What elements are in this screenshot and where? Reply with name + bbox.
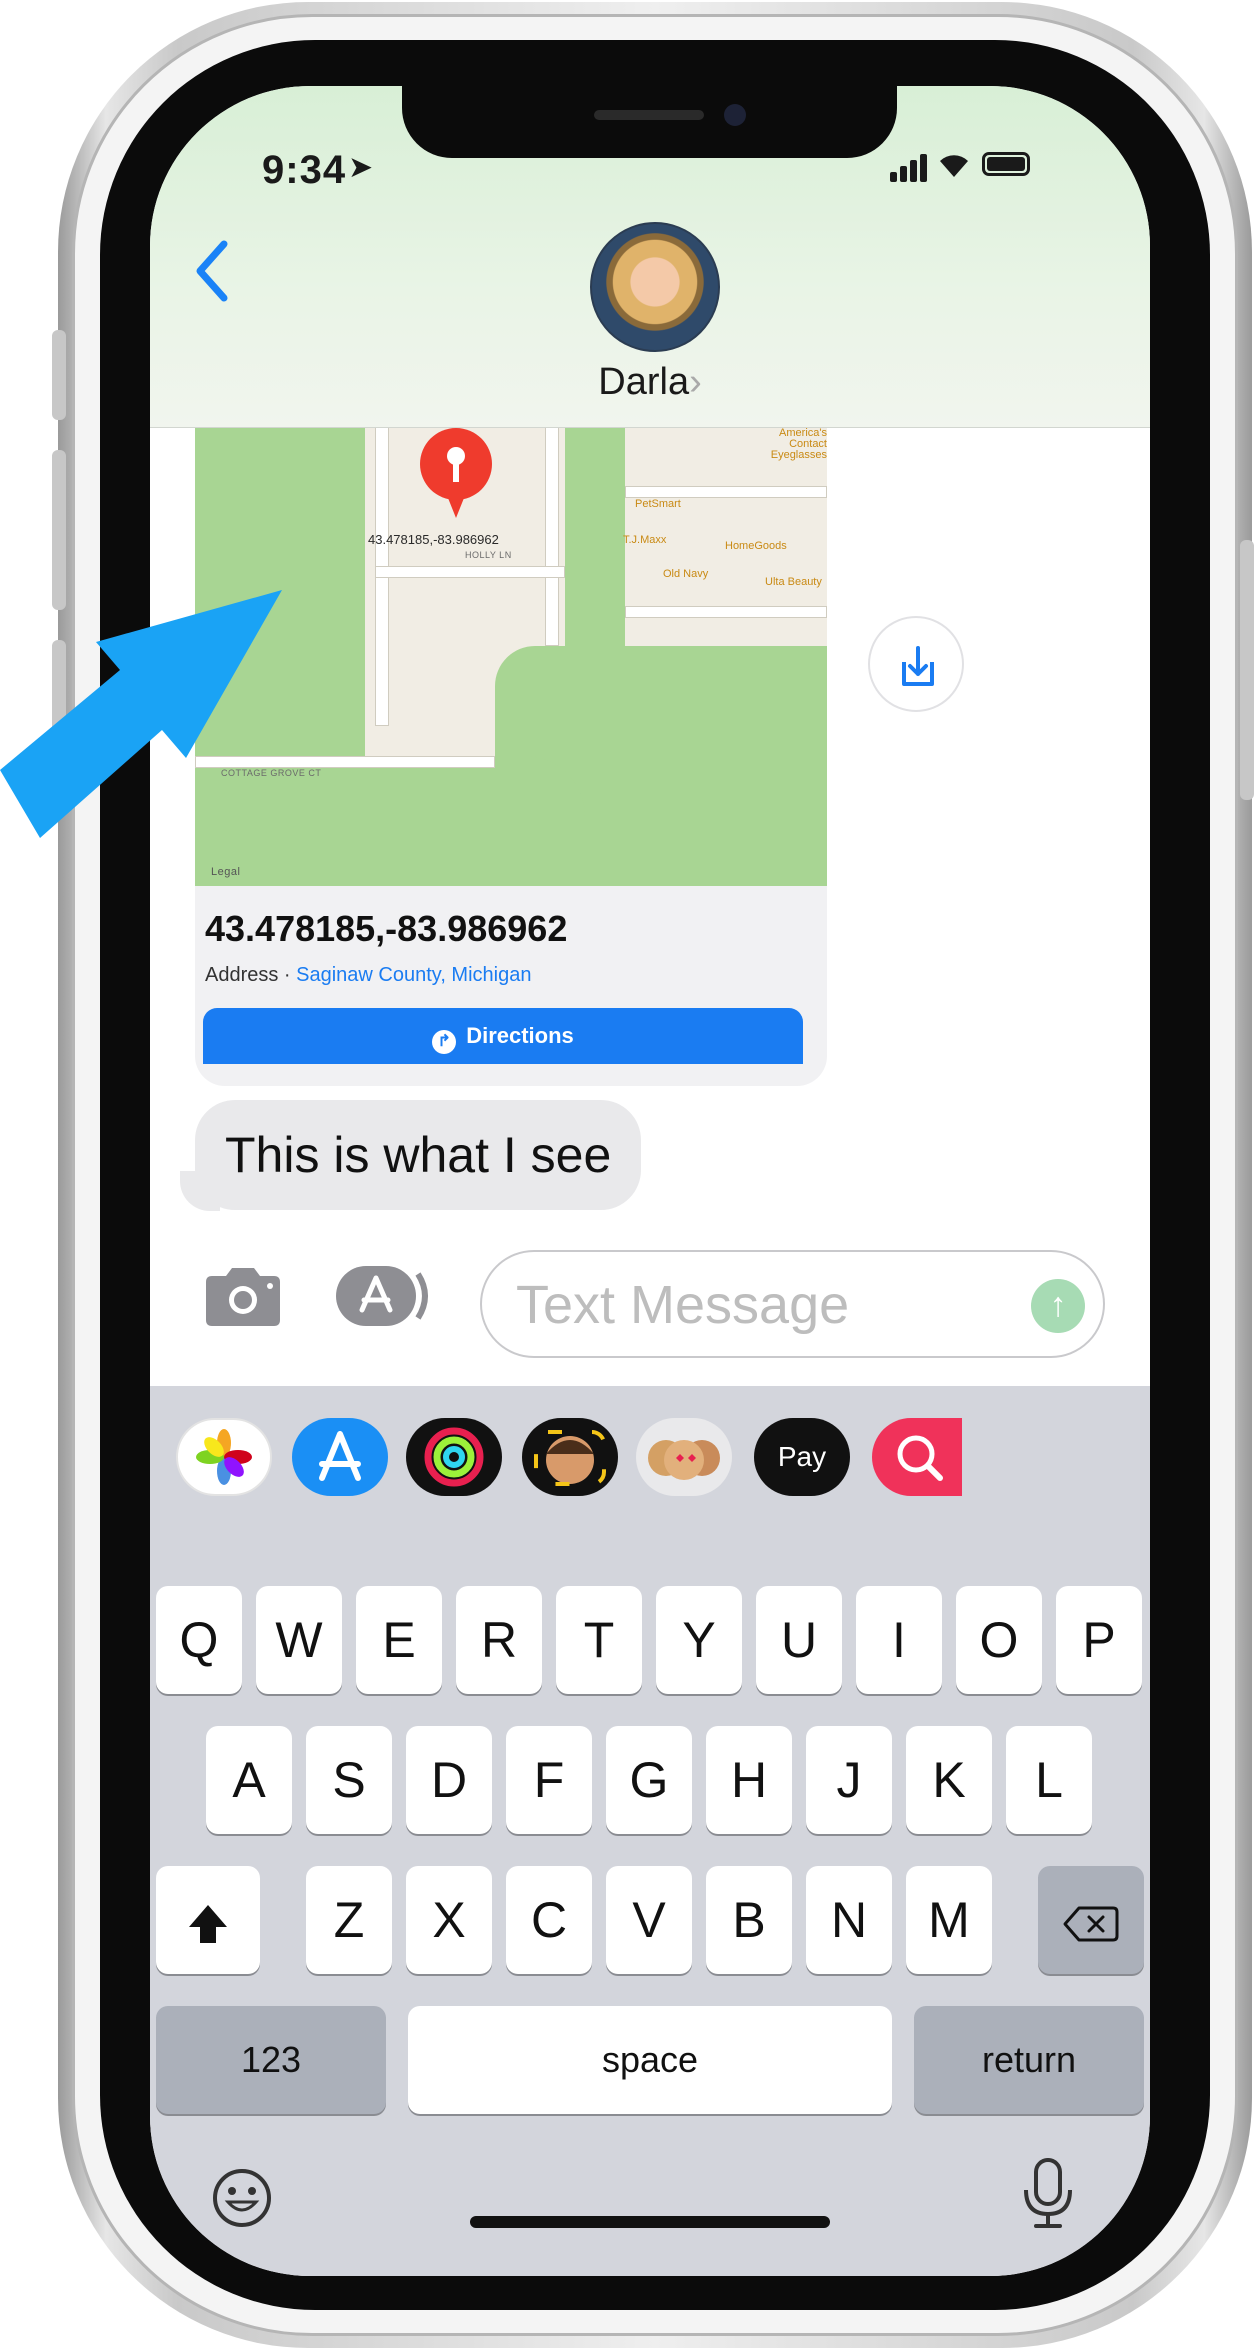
key-g[interactable]: G [606,1726,692,1834]
key-h[interactable]: H [706,1726,792,1834]
map-road [625,606,827,618]
apple-pay-label: Pay [777,1441,827,1472]
send-button[interactable]: ↑ [1031,1279,1085,1333]
key-m[interactable]: M [906,1866,992,1974]
backspace-icon [1063,1906,1119,1942]
app-store-app-icon[interactable] [292,1418,388,1496]
return-key[interactable]: return [914,2006,1144,2114]
map-poi: PetSmart [635,498,681,510]
location-coordinates: 43.478185,-83.986962 [205,908,568,949]
message-input[interactable]: ↑ [480,1250,1105,1358]
shift-icon [189,1904,227,1943]
shift-key[interactable] [156,1866,260,1974]
received-message-bubble[interactable]: This is what I see [195,1100,642,1210]
map-poi: America's Contact Eyeglasses [770,427,827,461]
key-v[interactable]: V [606,1866,692,1974]
key-k[interactable]: K [906,1726,992,1834]
key-c[interactable]: C [506,1866,592,1974]
map-poi: HomeGoods [725,540,787,552]
page: 9:34 ➤ Darla› America's Contact Eyeglass… [0,0,1255,2351]
share-button[interactable] [868,616,964,712]
map-legal-label: Legal [211,866,241,878]
key-y[interactable]: Y [656,1586,742,1694]
map-road [625,486,827,498]
contact-name-label: Darla [598,361,690,403]
activity-app-icon[interactable] [406,1418,502,1496]
location-services-icon: ➤ [348,151,374,184]
keyboard: Pay Q W E R T Y U I O P A S D F G H J K … [150,1386,1150,2276]
space-key[interactable]: space [408,2006,892,2114]
camera-icon [206,1268,280,1326]
microphone-icon[interactable] [1020,2156,1076,2245]
location-card[interactable]: 43.478185,-83.986962 Address · Saginaw C… [195,886,827,1086]
directions-label: Directions [466,1023,574,1048]
directions-button[interactable]: ↱ Directions [203,1008,803,1064]
web-search-app-icon[interactable] [872,1418,962,1496]
key-r[interactable]: R [456,1586,542,1694]
location-address: Address · Saginaw County, Michigan [205,964,531,987]
volume-up-button [52,330,66,420]
map-street-label: HOLLY LN [465,550,512,560]
key-i[interactable]: I [856,1586,942,1694]
status-time: 9:34 [262,148,347,192]
key-z[interactable]: Z [306,1866,392,1974]
key-x[interactable]: X [406,1866,492,1974]
map-pin-icon [412,426,500,534]
address-prefix: Address · [205,964,297,986]
key-f[interactable]: F [506,1726,592,1834]
app-store-button[interactable] [336,1264,436,1328]
key-e[interactable]: E [356,1586,442,1694]
key-l[interactable]: L [1006,1726,1092,1834]
contact-name[interactable]: Darla› [150,361,1150,404]
key-d[interactable]: D [406,1726,492,1834]
key-s[interactable]: S [306,1726,392,1834]
notch [402,86,897,158]
text-message-field[interactable] [516,1272,996,1338]
home-indicator[interactable] [470,2216,830,2228]
share-icon [902,646,934,686]
key-p[interactable]: P [1056,1586,1142,1694]
key-t[interactable]: T [556,1586,642,1694]
key-j[interactable]: J [806,1726,892,1834]
earpiece-speaker [594,110,704,120]
map-pin-label: 43.478185,-83.986962 [368,532,499,547]
key-n[interactable]: N [806,1866,892,1974]
map-park-area [335,756,585,896]
phone-screen: 9:34 ➤ Darla› America's Contact Eyeglass… [150,86,1150,2276]
directions-icon: ↱ [432,1030,457,1054]
contact-avatar[interactable] [590,222,720,352]
key-o[interactable]: O [956,1586,1042,1694]
memoji-stickers-app-icon[interactable] [636,1418,732,1496]
delete-key[interactable] [1038,1866,1144,1974]
photos-app-icon[interactable] [176,1418,272,1496]
app-store-icon [336,1266,428,1326]
numbers-key[interactable]: 123 [156,2006,386,2114]
address-link[interactable]: Saginaw County, Michigan [296,964,531,986]
camera-button[interactable] [200,1264,286,1328]
front-camera [724,104,746,126]
map-road [545,426,559,646]
key-b[interactable]: B [706,1866,792,1974]
map-poi: Old Navy [663,568,709,580]
imessage-app-drawer: Pay [150,1406,1150,1516]
map-poi: Ulta Beauty [765,576,822,588]
cellular-signal-icon [890,152,930,182]
memoji-app-icon[interactable] [522,1418,618,1496]
key-u[interactable]: U [756,1586,842,1694]
wifi-icon [936,146,972,188]
annotation-arrow-icon [0,520,300,860]
chevron-right-icon: › [689,361,702,403]
key-w[interactable]: W [256,1586,342,1694]
map-poi: T.J.Maxx [623,534,667,546]
battery-icon [982,152,1030,176]
key-a[interactable]: A [206,1726,292,1834]
apple-pay-app-icon[interactable]: Pay [754,1418,850,1496]
emoji-keyboard-icon[interactable] [210,2166,274,2243]
key-q[interactable]: Q [156,1586,242,1694]
chevron-left-icon[interactable] [188,236,238,306]
power-button [1240,540,1254,800]
map-road [375,566,565,578]
